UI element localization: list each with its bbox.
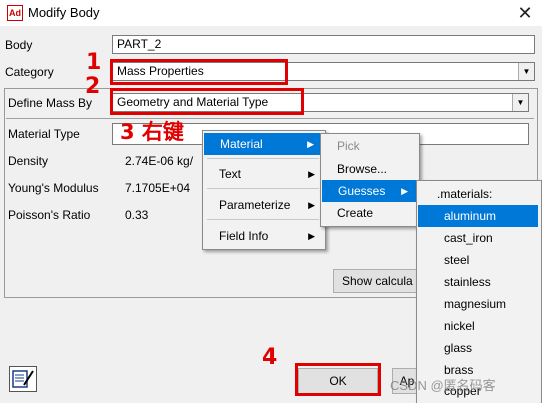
annotation-4: 4 — [262, 345, 278, 370]
title-bar: Ad Modify Body ✕ — [0, 0, 542, 26]
annotation-box-ok — [295, 363, 381, 396]
close-icon[interactable]: ✕ — [512, 1, 538, 25]
submenu-arrow-icon: ▶ — [401, 186, 408, 196]
material-option[interactable]: glass — [417, 337, 539, 359]
menu-item-parameterize[interactable]: Parameterize ▶ — [203, 194, 323, 216]
material-type-label: Material Type — [8, 127, 80, 141]
submenu-item-label: Browse... — [337, 162, 388, 176]
submenu-arrow-icon: ▶ — [308, 169, 315, 179]
submenu-item-browse[interactable]: Browse... — [321, 158, 417, 180]
separator — [6, 118, 534, 119]
submenu-item-pick[interactable]: Pick — [321, 135, 417, 157]
youngs-modulus-label: Young's Modulus — [8, 181, 99, 195]
submenu-item-label: Create — [337, 206, 374, 220]
menu-item-material[interactable]: Material ▶ — [204, 133, 322, 155]
app-icon: Ad — [7, 5, 23, 21]
define-mass-label: Define Mass By — [8, 96, 93, 110]
menu-item-label: Text — [219, 167, 242, 181]
submenu-item-guesses[interactable]: Guesses ▶ — [322, 180, 416, 202]
submenu-arrow-icon: ▶ — [307, 139, 314, 149]
menu-item-field-info[interactable]: Field Info ▶ — [203, 225, 323, 247]
category-dropdown-icon[interactable]: ▼ — [518, 63, 534, 80]
notes-icon[interactable] — [9, 366, 37, 392]
density-label: Density — [8, 154, 49, 168]
youngs-modulus-value: 7.1705E+04 — [125, 181, 191, 195]
annotation-1: 1 — [86, 50, 102, 75]
density-value: 2.74E-06 kg/ — [125, 154, 194, 168]
annotation-3: 3 右键 — [120, 120, 184, 144]
body-field[interactable]: PART_2 — [112, 35, 535, 54]
body-label: Body — [5, 38, 33, 52]
material-option[interactable]: nickel — [417, 315, 539, 337]
menu-item-label: Field Info — [219, 229, 269, 243]
materials-menu-header: .materials: — [437, 187, 493, 201]
menu-item-text[interactable]: Text ▶ — [203, 163, 323, 185]
material-option[interactable]: magnesium — [417, 293, 539, 315]
menu-separator — [207, 158, 319, 159]
submenu-item-label: Guesses — [338, 184, 386, 198]
material-option[interactable]: cast_iron — [417, 227, 539, 249]
submenu-arrow-icon: ▶ — [308, 231, 315, 241]
context-menu: Material ▶ Text ▶ Parameterize ▶ Field I… — [202, 130, 326, 250]
watermark: CSDN @匿名码客 — [390, 378, 496, 393]
material-option[interactable]: stainless — [417, 271, 539, 293]
material-submenu: Pick Browse... Guesses ▶ Create — [320, 133, 420, 227]
material-option[interactable]: steel — [417, 249, 539, 271]
menu-item-label: Parameterize — [219, 198, 291, 212]
window-title: Modify Body — [28, 5, 100, 20]
menu-item-label: Material — [220, 137, 263, 151]
menu-separator — [207, 188, 319, 189]
annotation-box-category — [110, 59, 288, 85]
submenu-item-create[interactable]: Create — [321, 202, 417, 224]
materials-menu: .materials: aluminum cast_iron steel sta… — [416, 180, 542, 403]
submenu-arrow-icon: ▶ — [308, 200, 315, 210]
submenu-item-label: Pick — [337, 139, 360, 153]
define-mass-dropdown-icon[interactable]: ▼ — [512, 94, 528, 111]
menu-separator — [207, 219, 319, 220]
poissons-ratio-label: Poisson's Ratio — [8, 208, 91, 222]
material-option[interactable]: aluminum — [418, 205, 538, 227]
annotation-box-define-mass — [110, 88, 304, 115]
category-label: Category — [5, 65, 54, 79]
poissons-ratio-value: 0.33 — [125, 208, 149, 222]
annotation-2: 2 — [85, 74, 101, 99]
